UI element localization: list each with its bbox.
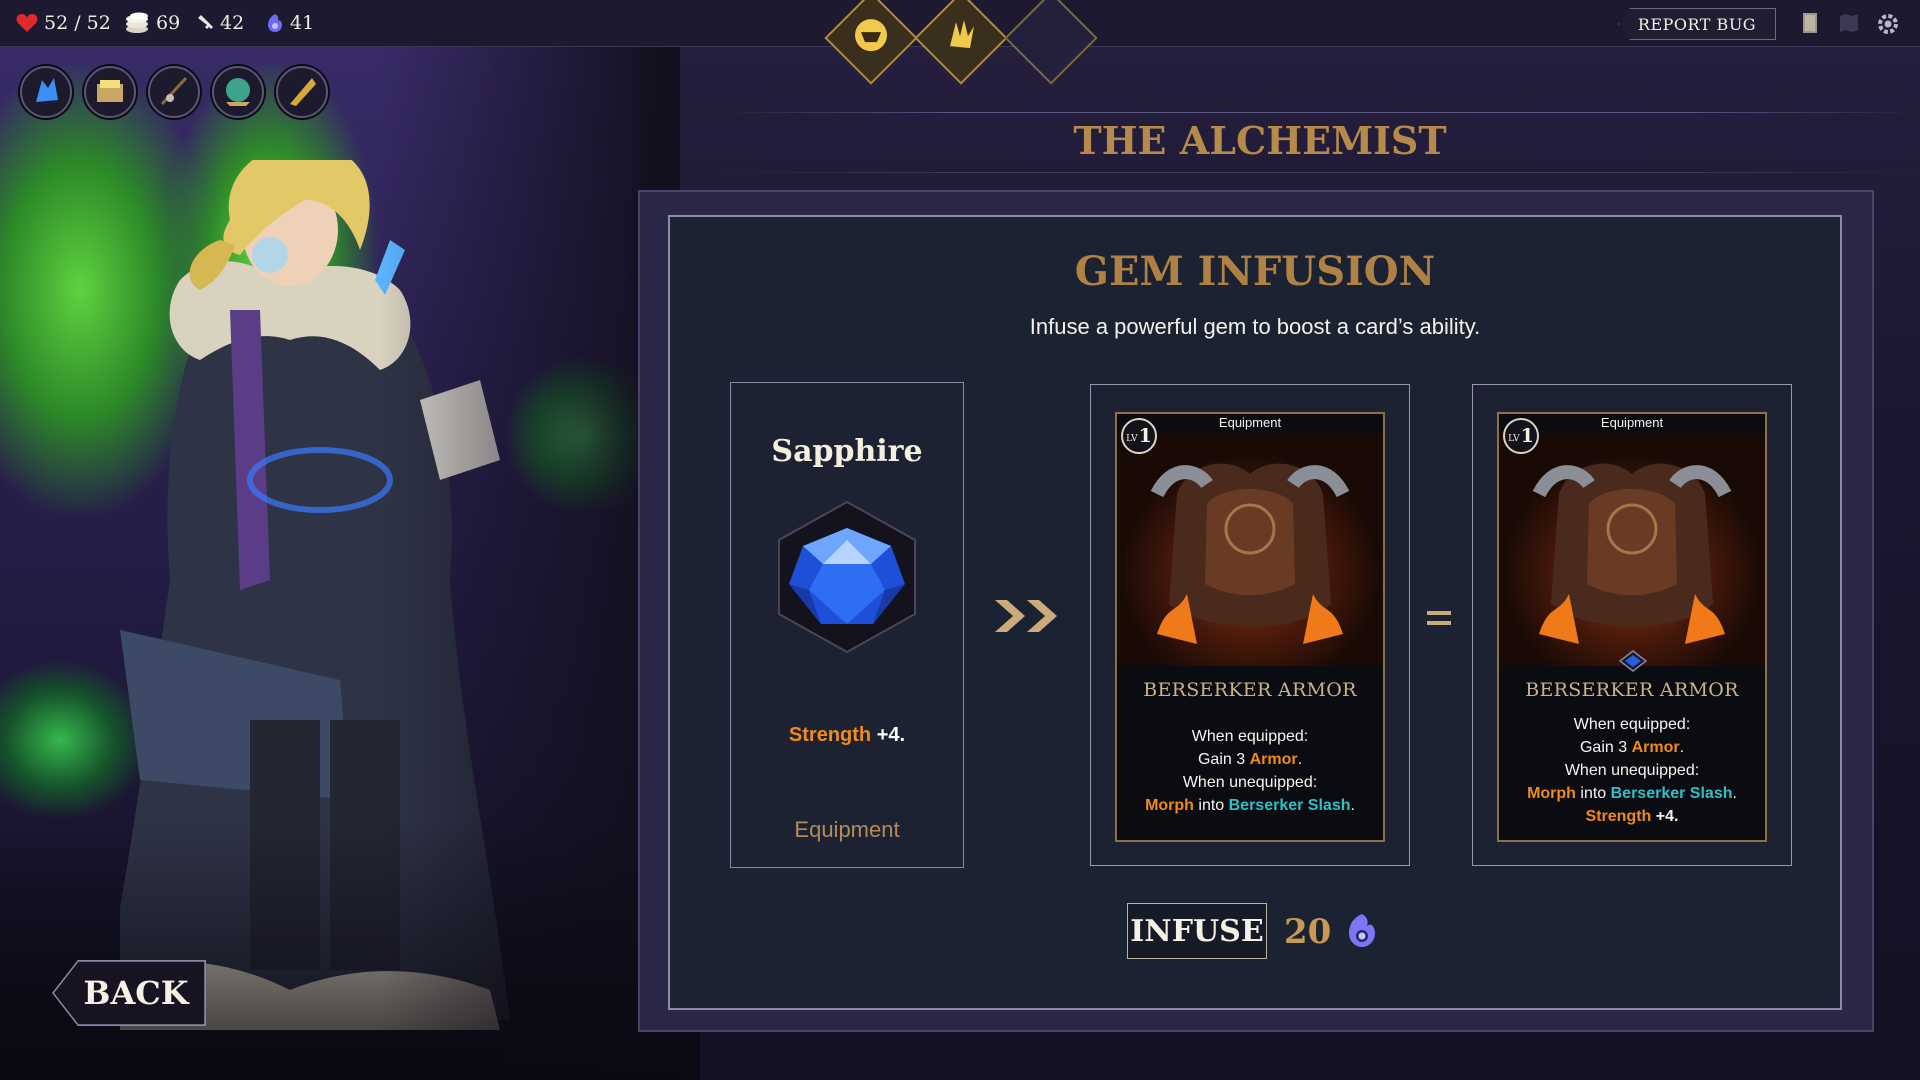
gold-stat: 69 [124,10,180,36]
souls-value: 41 [290,12,315,34]
treasure-tome-relic-icon[interactable] [84,66,136,118]
golden-claw-icon [942,16,980,54]
berserker-armor-art [1499,434,1765,666]
card-name: BERSERKER ARMOR [1143,679,1357,701]
card-after-preview: Equipment LV 1 BERSERKER ARMOR When equip… [1497,412,1767,842]
heart-icon [16,14,38,32]
health-value: 52 / 52 [44,12,111,34]
socketed-gem-icon [1619,650,1647,672]
gold-value: 69 [156,12,181,34]
card-text-line: When equipped: [1573,716,1691,733]
card-text-line: When unequipped: [1564,762,1700,779]
card-text-line: Gain 3 Armor. [1197,751,1303,768]
blue-crystal-relic-icon[interactable] [20,66,72,118]
equals-icon [1427,611,1451,625]
key-icon [198,15,213,29]
card-level-badge: LV 1 [1121,418,1157,454]
panel-subtitle: Infuse a powerful gem to boost a card’s … [1029,314,1481,339]
gem-name: Sapphire [771,434,923,469]
soul-currency-icon [1349,914,1375,947]
infuse-button[interactable]: INFUSE [1127,903,1267,959]
souls-stat: 41 [266,10,314,36]
card-level-badge: LV 1 [1503,418,1539,454]
card-text-line: Strength +4. [1585,808,1679,825]
page-title: THE ALCHEMIST [1073,118,1447,163]
sapphire-gem-icon [778,500,916,654]
golden-horn-relic-icon[interactable] [276,66,328,118]
card-type: Equipment [1218,415,1282,430]
gem-effect-keyword: Strength [788,724,872,746]
title-divider-bottom [720,172,1920,173]
settings-gear-icon[interactable] [1876,12,1900,36]
back-button-outline [52,960,206,1026]
map-icon[interactable] [1838,12,1860,34]
panel-title: GEM INFUSION [1074,248,1436,295]
infuse-cost: 20 [1284,912,1332,952]
berserker-armor-art [1117,434,1383,666]
coins-icon [126,12,148,33]
card-text-line: Gain 3 Armor. [1579,739,1685,756]
double-arrow-icon [995,600,1057,632]
health-stat: 52 / 52 [16,10,111,36]
beast-maw-icon [852,16,890,54]
title-divider-top [720,112,1920,113]
card-text-line: Morph into Berserker Slash. [1145,797,1355,814]
keys-value: 42 [220,12,245,34]
gem-effect-value: +4. [871,724,906,746]
card-text-line: When equipped: [1191,728,1309,745]
report-bug-button[interactable]: REPORT BUG [1618,8,1776,40]
soul-flame-icon [268,14,282,32]
card-text-line: When unequipped: [1182,774,1318,791]
green-orb-relic-icon[interactable] [212,66,264,118]
gem-effect: Strength +4. [730,724,964,747]
gem-type: Equipment [794,817,900,842]
deck-icon[interactable] [1800,12,1820,34]
card-before[interactable]: Equipment LV 1 BERSERKER ARMOR When equip… [1115,412,1385,842]
card-name: BERSERKER ARMOR [1525,679,1739,701]
fishing-rod-relic-icon[interactable] [148,66,200,118]
bottom-fade-overlay [0,820,700,1080]
card-type: Equipment [1600,415,1664,430]
keys-stat: 42 [196,10,244,36]
card-text-line: Morph into Berserker Slash. [1527,785,1737,802]
